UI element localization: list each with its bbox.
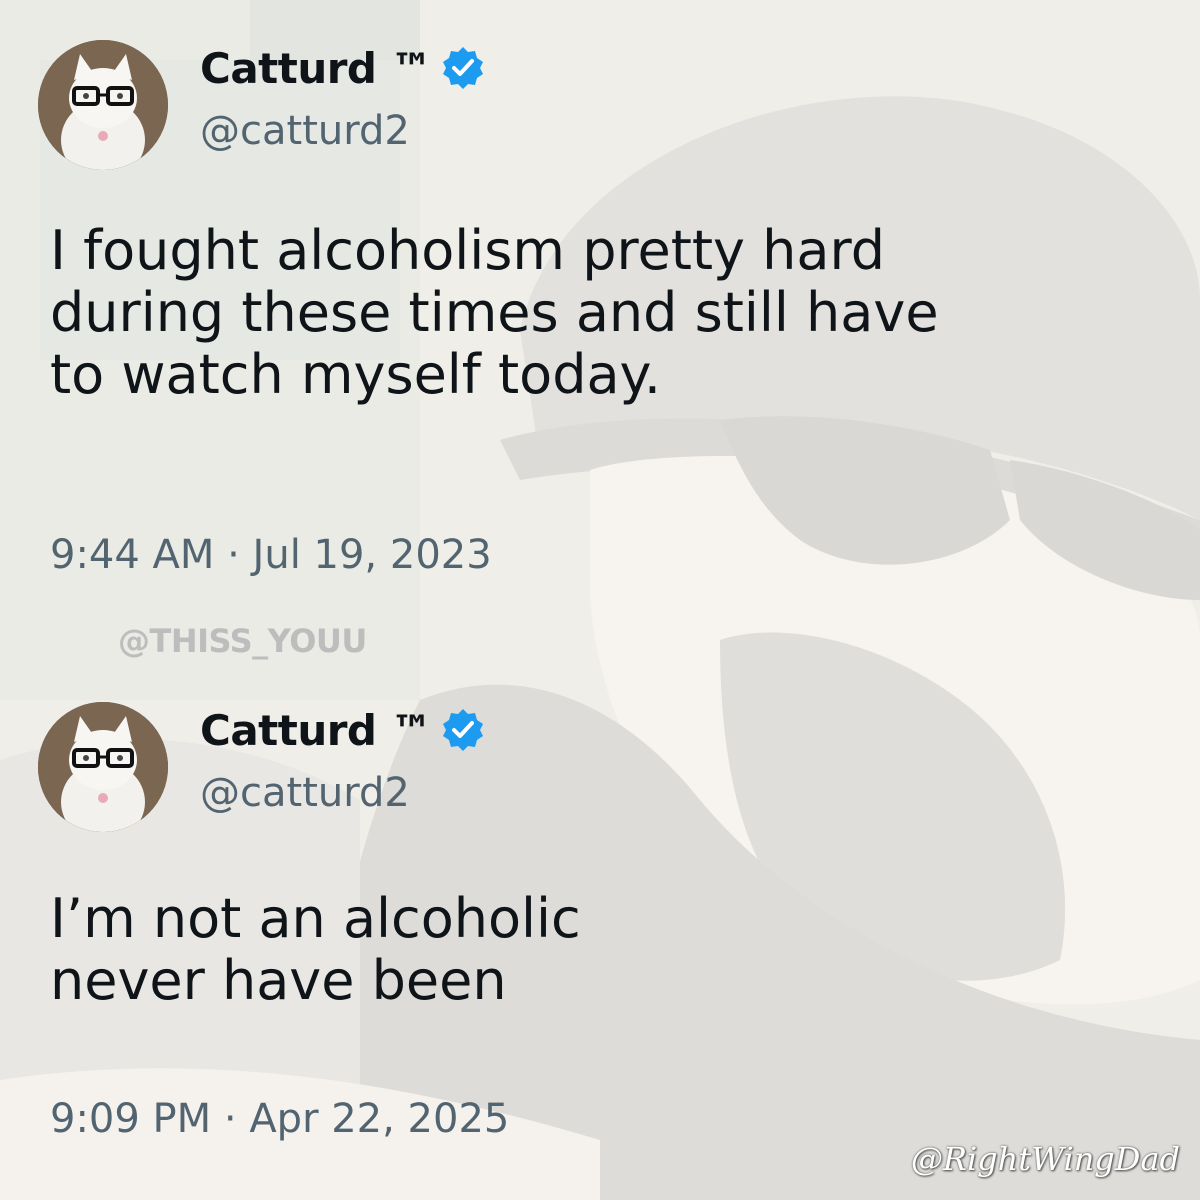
display-name[interactable]: Catturd ™ [200, 44, 433, 93]
handle[interactable]: @catturd2 [200, 108, 410, 154]
tweet-text: I fought alcoholism pretty hard during t… [50, 219, 939, 406]
timestamp[interactable]: 9:09 PM · Apr 22, 2025 [50, 1096, 509, 1142]
tweet-text: I’m not an alcoholic never have been [50, 887, 581, 1012]
verified-badge-icon [443, 47, 484, 89]
avatar[interactable] [38, 702, 168, 832]
cat-with-glasses-avatar-icon [38, 40, 168, 170]
watermark-thiss-youu: @THISS_YOUU [118, 622, 367, 660]
author-name-row[interactable]: Catturd ™ [200, 38, 486, 98]
verified-badge-icon [443, 709, 484, 751]
handle[interactable]: @catturd2 [200, 770, 410, 816]
display-name[interactable]: Catturd ™ [200, 706, 433, 755]
author-name-row[interactable]: Catturd ™ [200, 700, 486, 760]
timestamp[interactable]: 9:44 AM · Jul 19, 2023 [50, 532, 492, 578]
cat-with-glasses-avatar-icon [38, 702, 168, 832]
avatar[interactable] [38, 40, 168, 170]
watermark-rightwingdad: @RightWingDad [910, 1140, 1180, 1178]
background-wash [0, 0, 1200, 1200]
